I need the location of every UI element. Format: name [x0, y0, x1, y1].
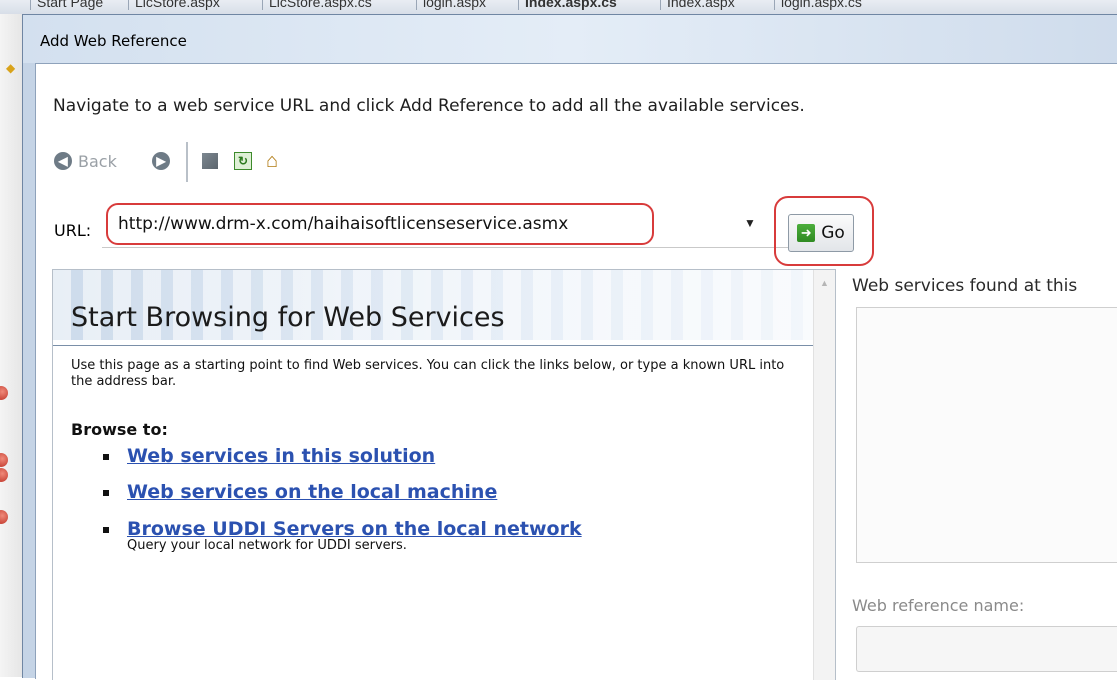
editor-tab-index-aspx-cs[interactable]: Index.aspx.cs: [518, 0, 623, 10]
web-reference-name-label: Web reference name:: [852, 596, 1025, 615]
url-highlight-annotation: [106, 203, 654, 245]
breakpoint-icon[interactable]: [0, 386, 8, 400]
page-title: Start Browsing for Web Services: [71, 302, 505, 333]
stop-button[interactable]: [202, 148, 218, 174]
vertical-scrollbar[interactable]: ▲: [813, 270, 835, 680]
bookmark-icon: ◆: [6, 61, 16, 75]
link-description: Query your local network for UDDI server…: [127, 538, 407, 553]
intro-text: Use this page as a starting point to fin…: [71, 358, 785, 389]
back-button[interactable]: ◀ Back: [54, 148, 117, 174]
services-found-list[interactable]: [856, 307, 1117, 563]
editor-tab-login-aspx-cs[interactable]: login.aspx.cs: [774, 0, 868, 10]
editor-gutter: ◆: [0, 14, 22, 677]
go-button[interactable]: ➜ Go: [788, 214, 854, 252]
editor-tab-login-aspx[interactable]: login.aspx: [416, 0, 492, 10]
back-arrow-icon: ◀: [54, 152, 72, 170]
refresh-icon: ↻: [234, 152, 252, 170]
chevron-down-icon[interactable]: ▼: [744, 216, 756, 230]
breakpoint-icon[interactable]: [0, 468, 8, 482]
toolbar-separator: [186, 142, 188, 182]
dialog-client-area: Navigate to a web service URL and click …: [35, 63, 1117, 680]
url-label: URL:: [54, 221, 92, 240]
editor-tab-licstore-aspx-cs[interactable]: LicStore.aspx.cs: [262, 0, 378, 10]
scroll-up-icon[interactable]: ▲: [820, 278, 829, 288]
back-label: Back: [78, 151, 117, 171]
bullet-icon: [103, 490, 109, 496]
instructions-text: Navigate to a web service URL and click …: [53, 96, 805, 116]
editor-tab-start-page[interactable]: Start Page: [30, 0, 109, 10]
browse-to-heading: Browse to:: [71, 420, 168, 439]
home-button[interactable]: ⌂: [266, 148, 278, 174]
web-reference-name-input[interactable]: [856, 626, 1117, 672]
link-browse-uddi-servers[interactable]: Browse UDDI Servers on the local network: [127, 518, 582, 540]
services-found-label: Web services found at this: [852, 276, 1078, 296]
bullet-icon: [103, 527, 109, 533]
browser-pane: Start Browsing for Web Services Use this…: [52, 269, 836, 680]
bullet-icon: [103, 454, 109, 460]
refresh-button[interactable]: ↻: [234, 148, 252, 174]
breakpoint-icon[interactable]: [0, 510, 8, 524]
breakpoint-icon[interactable]: [0, 453, 8, 467]
banner-divider: [53, 345, 813, 346]
editor-tab-licstore-aspx[interactable]: LicStore.aspx: [128, 0, 226, 10]
link-web-services-local-machine[interactable]: Web services on the local machine: [127, 481, 497, 503]
list-item: Browse UDDI Servers on the local network…: [103, 518, 582, 553]
forward-arrow-icon: ▶: [152, 152, 170, 170]
editor-tab-index-aspx[interactable]: Index.aspx: [660, 0, 741, 10]
forward-button[interactable]: ▶: [152, 148, 170, 174]
home-icon: ⌂: [266, 150, 279, 172]
link-web-services-solution[interactable]: Web services in this solution: [127, 445, 435, 467]
go-arrow-icon: ➜: [797, 224, 816, 242]
list-item: Web services on the local machine: [103, 481, 497, 503]
dialog-titlebar[interactable]: Add Web Reference: [23, 15, 1117, 63]
add-web-reference-dialog: Add Web Reference Navigate to a web serv…: [22, 14, 1117, 680]
list-item: Web services in this solution: [103, 445, 435, 467]
dialog-title: Add Web Reference: [40, 32, 187, 50]
go-label: Go: [821, 223, 845, 243]
editor-tab-strip: Start Page LicStore.aspx LicStore.aspx.c…: [0, 0, 1117, 14]
stop-icon: [202, 153, 218, 169]
